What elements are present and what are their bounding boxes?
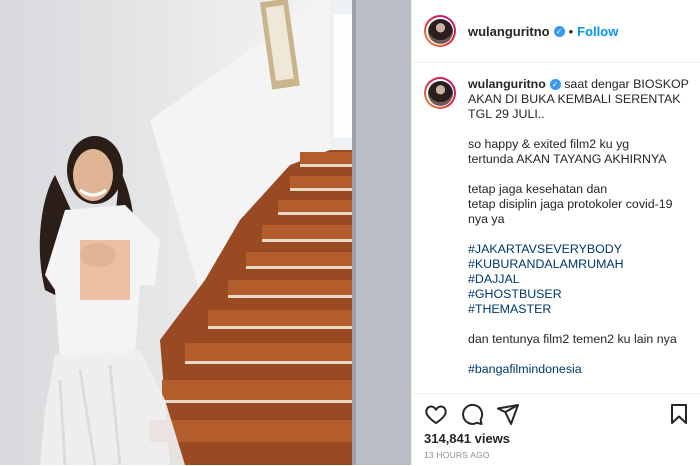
caption-section: wulanguritno ✓ saat dengar BIOSKOP AKAN D… <box>412 63 700 393</box>
video-post-media[interactable] <box>0 0 411 465</box>
caption-avatar[interactable] <box>424 77 456 109</box>
hashtag-link[interactable]: #THEMASTER <box>468 302 688 317</box>
bookmark-icon[interactable] <box>667 402 691 426</box>
action-bar: 314,841 views 13 HOURS AGO <box>412 393 700 466</box>
caption-line: tertunda AKAN TAYANG AKHIRNYA <box>468 152 667 166</box>
caption-text: wulanguritno ✓ saat dengar BIOSKOP AKAN D… <box>468 77 689 377</box>
caption-line: dan tentunya film2 temen2 ku lain nya <box>468 332 677 346</box>
follow-button[interactable]: Follow <box>577 24 618 39</box>
caption-line: tetap disiplin jaga protokoler covid-19 <box>468 197 673 211</box>
hashtag-link[interactable]: #JAKARTAVSEVERYBODY <box>468 242 688 257</box>
hashtag-link[interactable]: #bangafilmindonesia <box>468 362 688 377</box>
caption-line: AKAN DI BUKA KEMBALI SERENTAK <box>468 92 681 106</box>
hashtag-link[interactable]: #GHOSTBUSER <box>468 287 688 302</box>
comment-icon[interactable] <box>460 402 484 426</box>
verified-badge-icon: ✓ <box>553 25 565 37</box>
view-count[interactable]: 314,841 views <box>424 431 510 446</box>
post-timestamp[interactable]: 13 HOURS AGO <box>424 450 490 460</box>
video-frame-illustration <box>0 0 411 465</box>
verified-badge-icon: ✓ <box>549 79 561 91</box>
avatar[interactable] <box>424 15 456 47</box>
caption-line: so happy & exited film2 ku yg <box>468 137 630 151</box>
username-link[interactable]: wulanguritno <box>468 24 550 39</box>
post-panel: wulanguritno ✓ • Follow wulanguritno ✓ sa… <box>411 0 700 465</box>
share-icon[interactable] <box>496 402 520 426</box>
post-header: wulanguritno ✓ • Follow <box>412 0 700 63</box>
hashtag-link[interactable]: #KUBURANDALAMRUMAH <box>468 257 688 272</box>
caption-line: TGL 29 JULI.. <box>468 107 545 121</box>
separator-dot: • <box>568 23 574 39</box>
hashtag-link[interactable]: #DAJJAL <box>468 272 688 287</box>
caption-line: tetap jaga kesehatan dan <box>468 182 608 196</box>
caption-username[interactable]: wulanguritno <box>468 77 546 91</box>
caption-line: nya ya <box>468 212 505 226</box>
heart-icon[interactable] <box>424 402 448 426</box>
caption-line: saat dengar BIOSKOP <box>564 77 689 91</box>
